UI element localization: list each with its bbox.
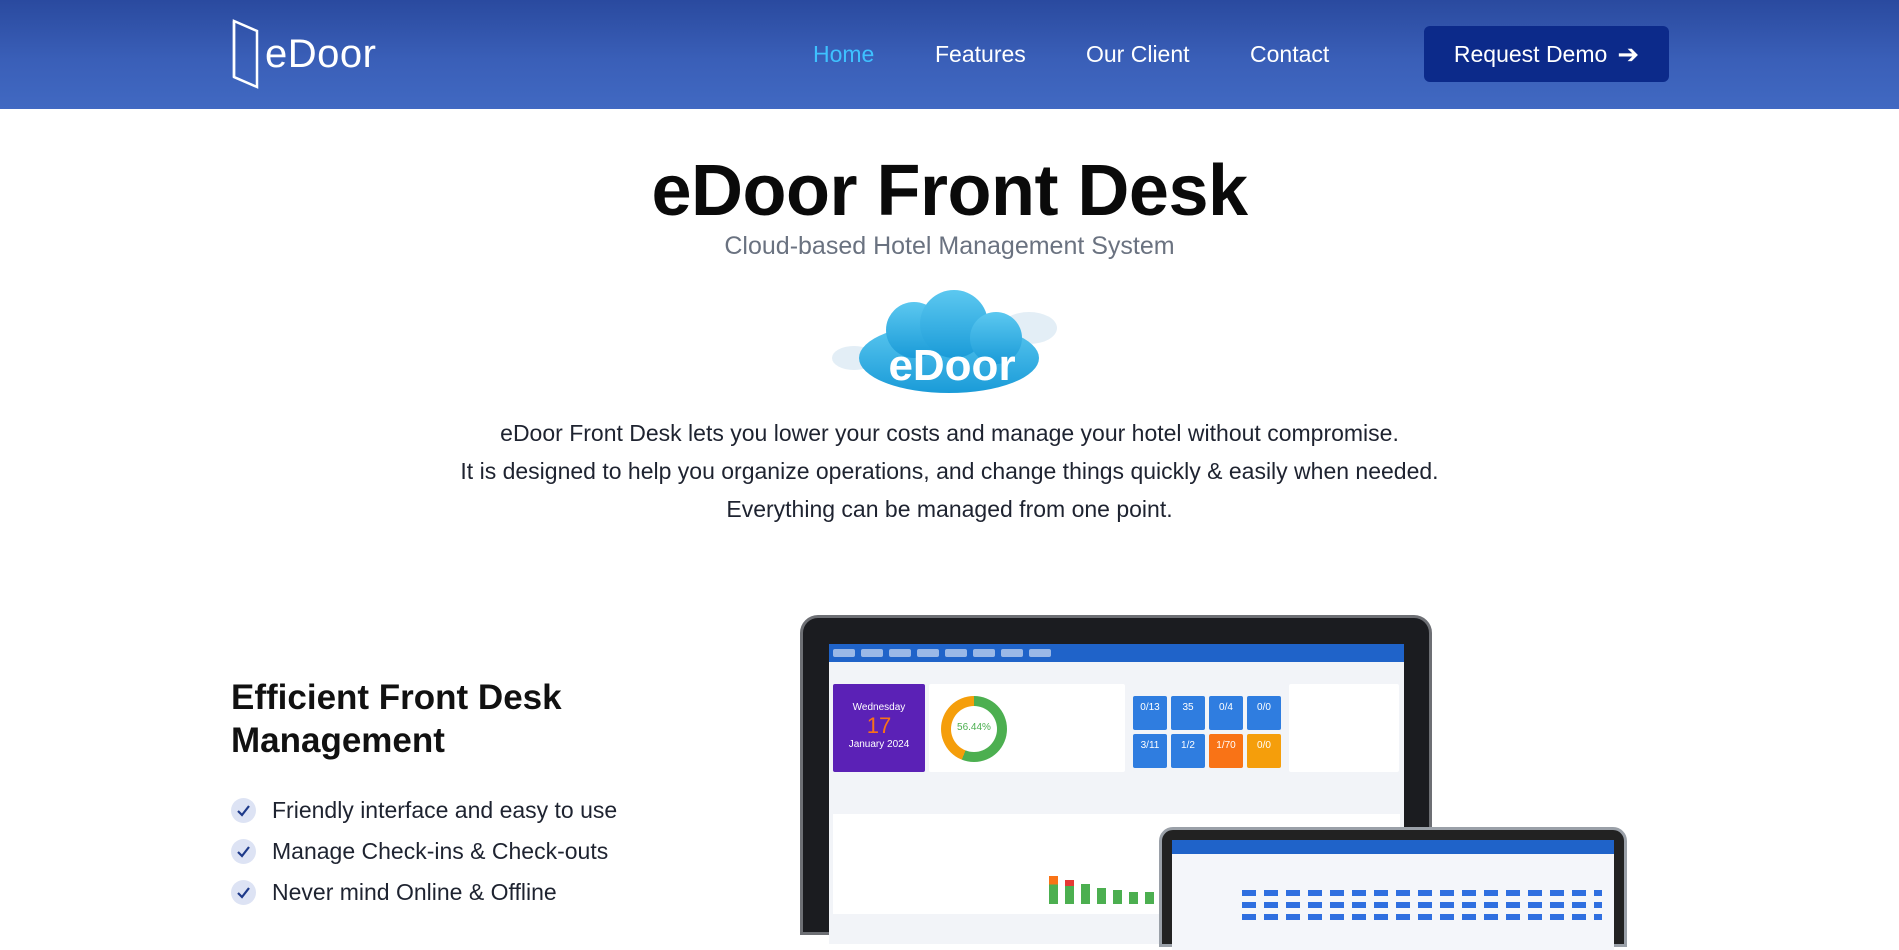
brand-logo[interactable]: eDoor	[231, 18, 376, 90]
check-icon	[231, 880, 256, 905]
feature-label: Friendly interface and easy to use	[272, 797, 618, 823]
page-title: eDoor Front Desk	[651, 151, 1248, 231]
brand-name: eDoor	[265, 31, 377, 76]
tablet-mockup	[1159, 827, 1627, 950]
list-item: Friendly interface and easy to use	[231, 790, 617, 831]
page-subtitle: Cloud-based Hotel Management System	[724, 232, 1175, 260]
summary-tile: 0/13	[1133, 696, 1167, 730]
system-date-card: Wednesday 17 January 2024	[833, 684, 925, 772]
occupancy-value: 56.44%	[957, 722, 991, 733]
summary-tile: 0/0	[1247, 734, 1281, 768]
feature-label: Never mind Online & Offline	[272, 879, 557, 905]
summary-tile: 0/0	[1247, 696, 1281, 730]
date-day: 17	[866, 713, 892, 738]
feature-label: Manage Check-ins & Check-outs	[272, 838, 609, 864]
intro-line: It is designed to help you organize oper…	[460, 458, 1439, 484]
cloud-logo-text: eDoor	[888, 341, 1015, 390]
nav-features[interactable]: Features	[935, 41, 1026, 68]
door-icon	[232, 19, 259, 89]
top-navbar: eDoor Home Features Our Client Contact R…	[0, 0, 1899, 109]
summary-tile: 1/70	[1209, 734, 1243, 768]
summary-tile: 0/4	[1209, 696, 1243, 730]
edoor-cloud-logo: eDoor	[832, 290, 1057, 393]
room-status-card	[1289, 684, 1399, 772]
summary-tile: 35	[1171, 696, 1205, 730]
check-icon	[231, 839, 256, 864]
features-list: Friendly interface and easy to use Manag…	[231, 790, 617, 913]
check-icon	[231, 798, 256, 823]
intro-line: Everything can be managed from one point…	[726, 496, 1173, 522]
list-item: Never mind Online & Offline	[231, 872, 617, 913]
nav-home[interactable]: Home	[813, 41, 874, 68]
intro-line: eDoor Front Desk lets you lower your cos…	[500, 420, 1399, 446]
request-demo-button[interactable]: Request Demo ➔	[1424, 26, 1669, 82]
app-navbar	[1172, 840, 1614, 854]
front-desk-screenshot	[1172, 840, 1614, 950]
intro-text: eDoor Front Desk lets you lower your cos…	[0, 414, 1899, 528]
nav-contact[interactable]: Contact	[1250, 41, 1329, 68]
summary-tile: 1/2	[1171, 734, 1205, 768]
arrow-right-icon: ➔	[1617, 38, 1640, 69]
list-item: Manage Check-ins & Check-outs	[231, 831, 617, 872]
request-demo-label: Request Demo	[1453, 40, 1608, 67]
date-month: January 2024	[848, 739, 910, 750]
nav-our-client[interactable]: Our Client	[1086, 41, 1190, 68]
date-weekday: Wednesday	[852, 702, 906, 713]
summary-tile: 3/11	[1133, 734, 1167, 768]
app-navbar	[829, 644, 1404, 662]
features-heading: Efficient Front Desk Management	[231, 678, 562, 760]
